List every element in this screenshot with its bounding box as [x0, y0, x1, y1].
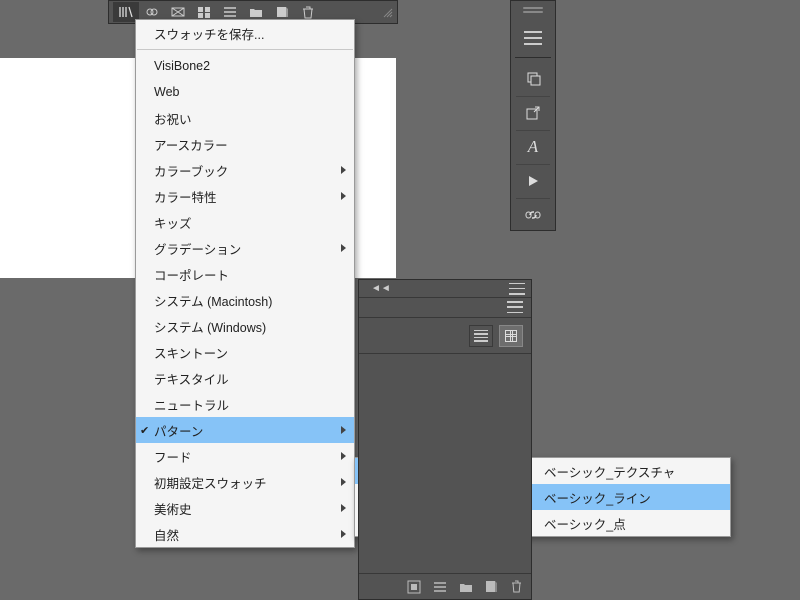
- new-swatch-icon[interactable]: [485, 580, 498, 593]
- menu-item[interactable]: VisiBone2: [136, 53, 354, 79]
- link-icon[interactable]: [516, 198, 550, 230]
- dock-grip-icon[interactable]: [511, 1, 555, 20]
- panel-header[interactable]: ◄◄: [359, 280, 531, 298]
- menu-item[interactable]: 初期設定スウォッチ: [136, 469, 354, 495]
- show-list-icon[interactable]: [433, 581, 447, 593]
- menu-item[interactable]: スウォッチを保存...: [136, 20, 354, 46]
- swatch-library-menu: スウォッチを保存... VisiBone2Webお祝いアースカラーカラーブックカラ…: [135, 19, 355, 548]
- menu-item[interactable]: アースカラー: [136, 131, 354, 157]
- menu-item[interactable]: スキントーン: [136, 339, 354, 365]
- menu-item[interactable]: システム (Macintosh): [136, 287, 354, 313]
- menu-item[interactable]: カラー特性: [136, 183, 354, 209]
- swatches-panel: ◄◄: [358, 279, 532, 600]
- menu-item[interactable]: コーポレート: [136, 261, 354, 287]
- menu-item[interactable]: カラーブック: [136, 157, 354, 183]
- play-icon[interactable]: [516, 164, 550, 196]
- panel-view-toolbar: [359, 318, 531, 354]
- basic-submenu: ベーシック_テクスチャベーシック_ラインベーシック_点: [525, 457, 731, 537]
- panel-menu-icon[interactable]: [509, 283, 525, 295]
- menu-item[interactable]: テキスタイル: [136, 365, 354, 391]
- menu-item[interactable]: フード: [136, 443, 354, 469]
- dock-menu-icon[interactable]: [516, 22, 550, 54]
- menu-item[interactable]: システム (Windows): [136, 313, 354, 339]
- menu-item[interactable]: 自然: [136, 521, 354, 547]
- menu-item[interactable]: ニュートラル: [136, 391, 354, 417]
- menu-item[interactable]: 美術史: [136, 495, 354, 521]
- menu-item[interactable]: お祝い: [136, 105, 354, 131]
- swatch-kind-icon[interactable]: [407, 580, 421, 594]
- panel-tab-bar: [359, 298, 531, 318]
- export-icon[interactable]: [516, 96, 550, 128]
- menu-separator: [137, 49, 353, 50]
- grid-view-button[interactable]: [499, 325, 523, 347]
- stack-icon[interactable]: [516, 63, 550, 95]
- panel-footer: [359, 573, 531, 599]
- menu-item[interactable]: キッズ: [136, 209, 354, 235]
- menu-item[interactable]: ベーシック_ライン: [526, 484, 730, 510]
- collapse-caret-icon[interactable]: ◄◄: [371, 283, 391, 294]
- dock-strip: A: [510, 0, 556, 231]
- new-folder-icon[interactable]: [459, 581, 473, 593]
- list-view-button[interactable]: [469, 325, 493, 347]
- panel-flyout-icon[interactable]: [507, 301, 523, 313]
- menu-item[interactable]: ベーシック_テクスチャ: [526, 458, 730, 484]
- menu-item[interactable]: ベーシック_点: [526, 510, 730, 536]
- menu-item[interactable]: グラデーション: [136, 235, 354, 261]
- type-icon[interactable]: A: [516, 130, 550, 162]
- delete-icon[interactable]: [510, 580, 523, 593]
- menu-item[interactable]: パターン: [136, 417, 354, 443]
- menu-item[interactable]: Web: [136, 79, 354, 105]
- resize-grip-icon[interactable]: [381, 6, 393, 18]
